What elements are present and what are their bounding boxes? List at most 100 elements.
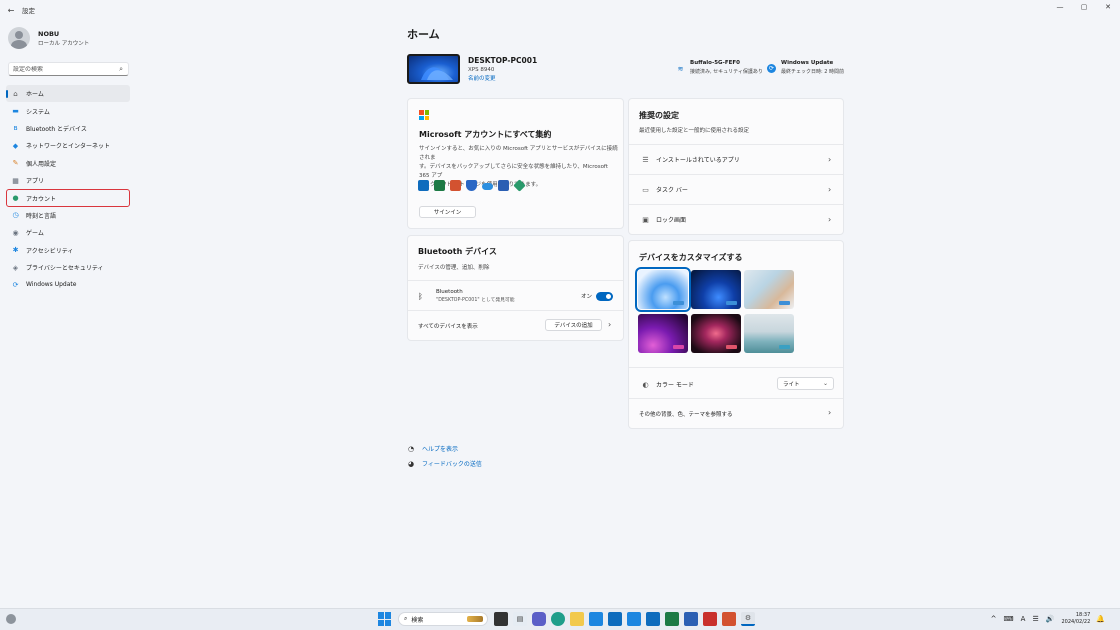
sidebar-item-system[interactable]: ▬ システム: [6, 102, 130, 119]
keyboard-icon[interactable]: ⌨: [1004, 615, 1014, 623]
calculator-icon[interactable]: [627, 612, 641, 626]
store-icon[interactable]: [589, 612, 603, 626]
chevron-right-icon[interactable]: ›: [828, 215, 831, 224]
sidebar-item-home[interactable]: ⌂ ホーム: [6, 85, 130, 103]
clock[interactable]: 18:37 2024/02/22: [1061, 612, 1090, 626]
word-icon[interactable]: [684, 612, 698, 626]
sidebar-item-apps[interactable]: ▦ アプリ: [6, 172, 130, 189]
rename-link[interactable]: 名前の変更: [468, 74, 537, 82]
all-devices-link[interactable]: すべてのデバイスを表示: [418, 322, 478, 330]
taskbar-search[interactable]: ⌕ 検索: [398, 612, 488, 626]
sidebar-item-personalization[interactable]: ✎ 個人用設定: [6, 155, 130, 172]
close-button[interactable]: ✕: [1096, 0, 1120, 14]
bluetooth-toggle[interactable]: [596, 292, 613, 301]
recommended-item-installed-apps[interactable]: ☰ インストールされているアプリ: [641, 155, 740, 165]
sidebar-item-label: アカウント: [26, 195, 57, 203]
chevron-right-icon[interactable]: ›: [608, 320, 611, 329]
notification-bell-icon[interactable]: 🔔: [1096, 615, 1105, 623]
teams-chat-icon[interactable]: [532, 612, 546, 626]
acrobat-icon[interactable]: [703, 612, 717, 626]
widgets-icon[interactable]: ▤: [513, 612, 527, 626]
update-status[interactable]: ⟳ Windows Update 最終チェック日時: 2 時間前: [767, 60, 844, 75]
volume-icon[interactable]: 🔊: [1046, 615, 1055, 623]
sidebar-item-network[interactable]: ◆ ネットワークとインターネット: [6, 137, 130, 154]
task-view-icon[interactable]: [494, 612, 508, 626]
color-mode-row: ◐ カラー モード: [641, 380, 694, 390]
taskbar-search-label: 検索: [411, 616, 424, 624]
chevron-right-icon[interactable]: ›: [828, 185, 831, 194]
theme-glow[interactable]: [744, 270, 794, 309]
sign-in-button[interactable]: サインイン: [419, 206, 476, 218]
privacy-icon: ◈: [12, 263, 19, 272]
sidebar-item-windows-update[interactable]: ⟳ Windows Update: [6, 276, 130, 293]
chevron-right-icon[interactable]: ›: [828, 408, 831, 417]
family-icon: [513, 179, 526, 192]
wifi-status[interactable]: ≋ Buffalo-5G-FEF0 接続済み, セキュリティ保護あり: [676, 60, 763, 75]
search-icon[interactable]: ⌕: [119, 65, 123, 74]
more-themes-link[interactable]: その他の背景、色、テーマを参照する: [639, 410, 733, 418]
search-highlight-icon: [467, 616, 483, 622]
help-label: ヘルプを表示: [422, 446, 459, 453]
theme-sunrise[interactable]: [744, 314, 794, 353]
update-sub: 最終チェック日時: 2 時間前: [781, 69, 845, 75]
chevron-right-icon[interactable]: ›: [828, 155, 831, 164]
maximize-button[interactable]: ▢: [1072, 0, 1096, 14]
sidebar-item-accessibility[interactable]: ✱ アクセシビリティ: [6, 242, 130, 259]
bluetooth-icon: ʙ: [13, 124, 18, 133]
powerpoint-icon[interactable]: [722, 612, 736, 626]
accounts-icon: ●: [12, 194, 19, 203]
mail-icon[interactable]: [608, 612, 622, 626]
color-mode-value: ライト: [783, 381, 800, 388]
update-title: Windows Update: [781, 60, 834, 66]
wifi-icon[interactable]: ☰: [1032, 615, 1038, 623]
color-mode-label: カラー モード: [656, 382, 694, 389]
sidebar-item-label: 個人用設定: [26, 160, 57, 168]
sidebar-item-privacy[interactable]: ◈ プライバシーとセキュリティ: [6, 259, 130, 276]
bluetooth-state: オン: [581, 294, 593, 300]
bluetooth-card: Bluetooth デバイス デバイスの管理、追加、削除 ᛒ Bluetooth…: [407, 235, 624, 341]
weather-icon[interactable]: [6, 614, 16, 624]
theme-captured-motion[interactable]: [638, 314, 688, 353]
clock-date: 2024/02/22: [1061, 619, 1091, 625]
sidebar-item-label: システム: [26, 108, 50, 116]
ms-account-title: Microsoft アカウントにすべて集約: [419, 130, 552, 139]
bluetooth-label: Bluetooth: [436, 289, 463, 295]
recommended-item-label: インストールされているアプリ: [656, 157, 740, 164]
minimize-button[interactable]: —: [1048, 0, 1072, 14]
add-device-button[interactable]: デバイスの追加: [545, 319, 602, 331]
user-profile[interactable]: NOBU ローカル アカウント: [8, 27, 89, 49]
back-arrow-icon[interactable]: ←: [0, 6, 22, 15]
onedrive-icon: [482, 183, 493, 190]
sidebar-item-label: ホーム: [26, 91, 44, 99]
feedback-label: フィードバックの送信: [422, 461, 482, 468]
sidebar-nav: ⌂ ホーム ▬ システム ʙ Bluetooth とデバイス ◆ ネットワークとインターネット…: [6, 85, 130, 294]
show-help-link[interactable]: ◔ ヘルプを表示: [408, 444, 459, 454]
recommended-item-taskbar[interactable]: ▭ タスク バー: [641, 185, 688, 195]
outlook-icon: [418, 180, 429, 191]
settings-app-icon[interactable]: ⚙: [741, 612, 755, 626]
theme-windows-light[interactable]: [635, 267, 691, 312]
ime-icon[interactable]: A: [1021, 615, 1026, 623]
tray-chevron-icon[interactable]: ^: [991, 615, 997, 623]
feedback-icon: ◕: [408, 459, 415, 468]
theme-windows-dark[interactable]: [691, 270, 741, 309]
customize-title: デバイスをカスタマイズする: [639, 253, 743, 262]
sidebar-item-gaming[interactable]: ◉ ゲーム: [6, 224, 130, 241]
bluetooth-icon: ᛒ: [418, 291, 423, 301]
file-explorer-icon[interactable]: [570, 612, 584, 626]
help-icon: ◔: [408, 444, 415, 453]
outlook-icon[interactable]: [646, 612, 660, 626]
send-feedback-link[interactable]: ◕ フィードバックの送信: [408, 459, 482, 469]
sidebar-item-label: Bluetooth とデバイス: [26, 125, 87, 133]
edge-icon[interactable]: [551, 612, 565, 626]
color-mode-select[interactable]: ライト ⌄: [777, 377, 834, 390]
sidebar-item-time-language[interactable]: ◷ 時刻と言語: [6, 207, 130, 224]
theme-flow[interactable]: [691, 314, 741, 353]
sidebar-item-accounts[interactable]: ● アカウント: [6, 189, 130, 207]
chevron-down-icon: ⌄: [822, 380, 828, 387]
sidebar-item-bluetooth[interactable]: ʙ Bluetooth とデバイス: [6, 120, 130, 137]
search-input[interactable]: [13, 65, 113, 73]
recommended-item-lock-screen[interactable]: ▣ ロック画面: [641, 215, 686, 225]
start-button[interactable]: [378, 612, 392, 626]
excel-icon[interactable]: [665, 612, 679, 626]
